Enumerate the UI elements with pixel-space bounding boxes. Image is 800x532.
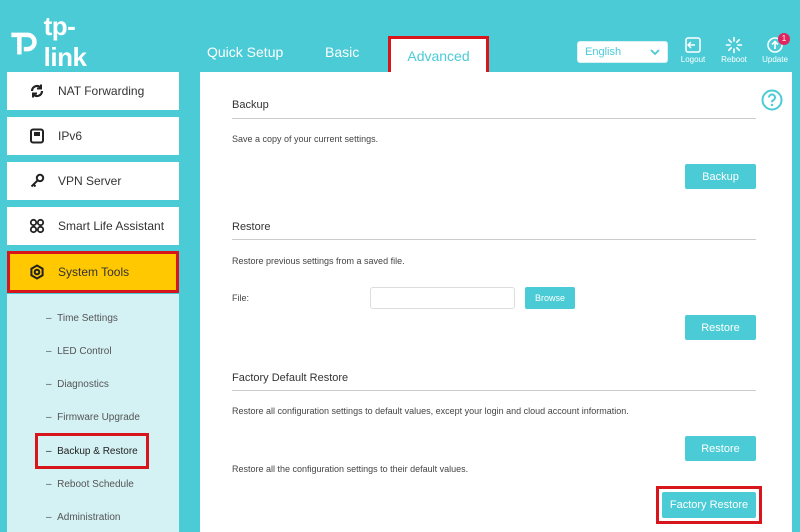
tab-quick-setup[interactable]: Quick Setup — [207, 44, 283, 60]
submenu-item-diagnostics[interactable]: – Diagnostics — [46, 379, 109, 390]
gear-icon — [30, 264, 44, 280]
sidebar-item-system-tools[interactable]: System Tools — [7, 251, 179, 293]
language-value: English — [585, 46, 622, 58]
submenu-item-reboot-schedule[interactable]: – Reboot Schedule — [46, 479, 134, 490]
restore-button[interactable]: Restore — [685, 315, 756, 340]
factory-section-restore-button[interactable]: Restore — [685, 436, 756, 461]
restore-description: Restore previous settings from a saved f… — [232, 256, 405, 266]
logout-icon — [685, 37, 701, 53]
submenu-item-firmware-upgrade[interactable]: – Firmware Upgrade — [46, 412, 140, 423]
sidebar-item-vpn-server[interactable]: VPN Server — [7, 162, 179, 200]
divider — [232, 239, 756, 240]
backup-button-label: Backup — [702, 170, 739, 183]
submenu-item-led-control[interactable]: – LED Control — [46, 346, 112, 357]
help-icon[interactable] — [761, 89, 783, 111]
sidebar-item-label: NAT Forwarding — [58, 84, 145, 98]
restore-section-title: Restore — [232, 221, 271, 233]
divider — [232, 118, 756, 119]
sidebar-item-label: System Tools — [58, 265, 130, 279]
chevron-down-icon — [650, 49, 660, 56]
factory-restore-description: Restore all configuration settings to de… — [232, 406, 629, 416]
update-button[interactable]: 1 Update — [757, 33, 793, 64]
update-label: Update — [762, 55, 788, 64]
file-label: File: — [232, 293, 250, 303]
tab-advanced-label: Advanced — [407, 48, 470, 64]
reboot-label: Reboot — [721, 55, 747, 64]
tp-link-logo[interactable]: tp-link — [6, 11, 110, 72]
browse-button-label: Browse — [534, 293, 565, 303]
submenu-item-backup-restore[interactable]: – Backup & Restore — [35, 433, 149, 469]
language-select[interactable]: English — [577, 41, 668, 63]
submenu-item-label: Administration — [57, 512, 121, 523]
nat-forwarding-icon — [30, 84, 44, 98]
logout-label: Logout — [680, 55, 706, 64]
ipv6-icon — [30, 128, 44, 144]
divider — [232, 390, 756, 391]
logo-text: tp-link — [43, 11, 87, 72]
sidebar-item-nat-forwarding[interactable]: NAT Forwarding — [7, 72, 179, 110]
tab-basic[interactable]: Basic — [325, 44, 359, 60]
backup-description: Save a copy of your current settings. — [232, 134, 379, 144]
factory-restore-button-label: Factory Restore — [669, 499, 749, 511]
restore-button-label: Restore — [701, 321, 740, 334]
factory-section-restore-button-label: Restore — [701, 442, 740, 455]
file-path-input[interactable] — [370, 287, 515, 309]
sidebar-item-label: Smart Life Assistant — [58, 219, 165, 233]
tab-advanced[interactable]: Advanced — [388, 36, 489, 73]
system-tools-submenu: – Time Settings – LED Control – Diagnost… — [7, 294, 179, 532]
sidebar: NAT Forwarding IPv6 VPN Server Smart Lif… — [0, 72, 186, 532]
vpn-key-icon — [30, 173, 45, 188]
submenu-item-time-settings[interactable]: – Time Settings — [46, 313, 118, 324]
logout-button[interactable]: Logout — [675, 36, 711, 64]
submenu-item-label: Firmware Upgrade — [57, 412, 140, 423]
reboot-icon — [725, 36, 743, 54]
reboot-button[interactable]: Reboot — [716, 36, 752, 64]
backup-section-title: Backup — [232, 99, 269, 111]
sidebar-item-ipv6[interactable]: IPv6 — [7, 117, 179, 155]
submenu-item-label: Diagnostics — [57, 379, 109, 390]
update-badge: 1 — [778, 33, 790, 45]
submenu-item-label: Time Settings — [57, 313, 118, 324]
main-panel: Backup Save a copy of your current setti… — [200, 72, 792, 532]
factory-restore-button[interactable]: Factory Restore — [662, 492, 756, 518]
submenu-item-label: Reboot Schedule — [57, 479, 134, 490]
sidebar-item-label: VPN Server — [58, 174, 122, 188]
sidebar-item-smart-life-assistant[interactable]: Smart Life Assistant — [7, 207, 179, 245]
submenu-item-administration[interactable]: – Administration — [46, 512, 120, 523]
smart-life-icon — [29, 218, 45, 234]
factory-default-description: Restore all the configuration settings t… — [232, 464, 469, 474]
submenu-item-label: LED Control — [57, 346, 112, 357]
submenu-item-label: Backup & Restore — [57, 445, 138, 457]
factory-restore-section-title: Factory Default Restore — [232, 372, 349, 384]
sidebar-item-label: IPv6 — [58, 129, 83, 143]
browse-button[interactable]: Browse — [525, 287, 575, 309]
backup-button[interactable]: Backup — [685, 164, 756, 189]
tp-link-logo-icon — [11, 32, 37, 55]
top-bar: tp-link Quick Setup Basic Advanced Engli… — [0, 0, 800, 73]
